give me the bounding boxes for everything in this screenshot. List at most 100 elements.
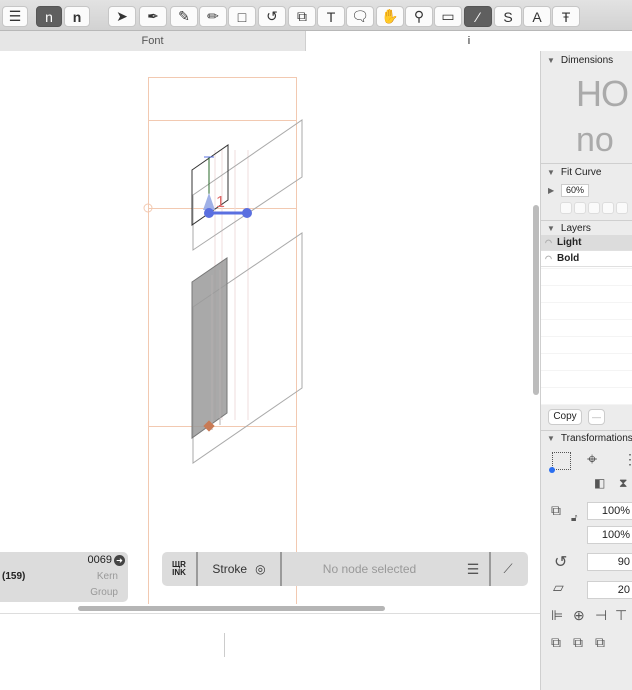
dimensions-header[interactable]: ▼ Dimensions (541, 53, 632, 67)
eye-icon[interactable]: ◠ (545, 238, 552, 247)
preset-button[interactable] (602, 202, 614, 214)
horizontal-scrollbar[interactable] (78, 606, 385, 611)
layers-header[interactable]: ▼ Layers (541, 222, 632, 235)
group-field[interactable]: Group (90, 587, 118, 598)
text-tool-icon: T (326, 8, 336, 25)
select-tool-icon: ➤ (116, 8, 128, 24)
flip-vertical-icon[interactable]: ⧗ (619, 476, 627, 491)
symbol-tool-button[interactable]: S (494, 6, 522, 27)
arrow-right-circle-icon[interactable]: ➜ (114, 555, 125, 566)
unicode-value[interactable]: 0069 (88, 554, 112, 566)
select-all-layers-tool-icon: ✒ (147, 8, 159, 24)
rotate-input[interactable]: 90 (587, 553, 632, 571)
layer-label: Light (556, 237, 582, 248)
annotation-tool-button[interactable]: 🗨 (346, 6, 374, 27)
eye-icon[interactable]: ◎ (255, 562, 265, 576)
eye-icon[interactable]: ◠ (545, 254, 552, 263)
toolbar: ☰ n n ➤ ✒ ✎ ✏ □ ↺ ⧉ T 🗨 ✋ ⚲ ▭ ⁄ S A Ŧ (0, 0, 632, 31)
section-title: Fit Curve (560, 166, 602, 178)
draw-tool-button[interactable]: ✎ (170, 6, 198, 27)
node-status: No node selected (322, 562, 417, 576)
preset-button[interactable] (588, 202, 600, 214)
preset-button[interactable] (574, 202, 586, 214)
selected-node (204, 208, 214, 218)
handle-node (242, 208, 252, 218)
layer-item-light[interactable]: ◠ Light (541, 235, 632, 251)
dimensions-sample-lower: no (576, 121, 614, 159)
zoom-tool-button[interactable]: ⚲ (405, 6, 433, 27)
start-node-number: 1 (216, 194, 225, 211)
measurement-tool-button[interactable]: ▭ (434, 6, 462, 27)
fit-curve-header[interactable]: ▼ Fit Curve (541, 165, 632, 179)
copy-button[interactable]: Copy (548, 409, 582, 425)
tab-font[interactable]: Font (0, 31, 305, 51)
scale-icon[interactable]: ⧉ (551, 502, 561, 519)
letter-ink-icon[interactable]: ЩR INK (162, 561, 196, 577)
preview-cursor (224, 633, 225, 657)
flip-horizontal-icon[interactable]: ◧ (594, 476, 605, 490)
select-all-layers-tool-button[interactable]: ✒ (139, 6, 167, 27)
hand-tool-button[interactable]: ✋ (376, 6, 404, 27)
align-center-icon[interactable]: ⊕ (573, 607, 585, 624)
measurement-tool-icon: ▭ (441, 8, 455, 24)
stroke-button[interactable]: Stroke ◎ (198, 562, 280, 576)
align-right-icon[interactable]: ⊣ (595, 607, 607, 624)
tab-label: i (467, 35, 471, 47)
primitives-tool-icon: □ (237, 8, 247, 25)
preset-button[interactable] (616, 202, 628, 214)
subtract-icon[interactable]: ⧉ (573, 634, 583, 651)
align-options-icon[interactable]: ⋮ (623, 451, 632, 468)
section-title: Transformations (560, 432, 632, 444)
fit-curve-value[interactable]: 60% (561, 184, 589, 197)
slant-input[interactable]: 20 (587, 581, 632, 599)
right-palette: ▼ Dimensions HO no ▼ Fit Curve ▶ 60% ▼ Laye… (540, 51, 632, 690)
play-icon[interactable]: ▶ (548, 186, 554, 195)
rotate-icon[interactable]: ↺ (554, 552, 567, 572)
symbol-tool-icon: S (503, 8, 513, 25)
vertical-scrollbar[interactable] (533, 205, 539, 395)
tab-glyph-i[interactable]: i (305, 31, 632, 51)
fit-curve-presets (560, 202, 628, 214)
remove-layer-button[interactable]: — (588, 409, 605, 425)
anchor-tool-button[interactable]: A (523, 6, 551, 27)
preview-bold-button[interactable]: n (64, 6, 90, 27)
text-tool-button[interactable]: T (317, 6, 345, 27)
scale-x-input[interactable]: 100% (587, 502, 632, 520)
hand-tool-icon: ✋ (381, 8, 399, 24)
preview-area (0, 613, 540, 690)
transformations-header[interactable]: ▼ Transformations (541, 431, 632, 445)
preview-bold-icon: n (72, 8, 82, 25)
type-tool-icon: Ŧ (561, 8, 571, 25)
draw-tool-icon: ✎ (178, 8, 190, 24)
section-title: Dimensions (560, 54, 614, 66)
layer-label: Bold (556, 253, 580, 264)
lock-icon[interactable]: 🔓︎ (571, 513, 577, 524)
corner-icon[interactable]: ⟋ (491, 561, 525, 577)
layer-item-bold[interactable]: ◠ Bold (541, 251, 632, 267)
knife-tool-icon: ⁄ (476, 8, 480, 25)
union-icon[interactable]: ⧉ (551, 634, 561, 651)
sidebar-toggle-button[interactable]: ☰ (2, 6, 28, 27)
pencil-tool-button[interactable]: ✏ (199, 6, 227, 27)
select-tool-button[interactable]: ➤ (108, 6, 136, 27)
preview-light-button[interactable]: n (36, 6, 62, 27)
intersect-icon[interactable]: ⧉ (595, 634, 605, 651)
preset-button[interactable] (560, 202, 572, 214)
align-top-icon[interactable]: ⊤ (615, 607, 627, 624)
list-icon[interactable]: ☰ (457, 561, 489, 578)
scale-y-input[interactable]: 100% (587, 526, 632, 544)
knife-tool-button[interactable]: ⁄ (464, 6, 492, 27)
scale-tool-button[interactable]: ⧉ (288, 6, 316, 27)
tab-label: Font (141, 35, 164, 47)
rotate-tool-icon: ↺ (266, 8, 278, 24)
glyph-canvas[interactable]: 1 (0, 51, 540, 612)
kern-field[interactable]: Kern (97, 571, 118, 582)
transform-origin-grid-icon[interactable] (549, 452, 571, 473)
slant-icon[interactable]: ▱ (553, 579, 564, 596)
glyph-width: (159) (2, 571, 26, 582)
crosshair-icon[interactable]: ⌖ (587, 449, 597, 470)
type-tool-button[interactable]: Ŧ (552, 6, 580, 27)
primitives-tool-button[interactable]: □ (228, 6, 256, 27)
align-left-icon[interactable]: ⊫ (551, 607, 563, 624)
rotate-tool-button[interactable]: ↺ (258, 6, 286, 27)
